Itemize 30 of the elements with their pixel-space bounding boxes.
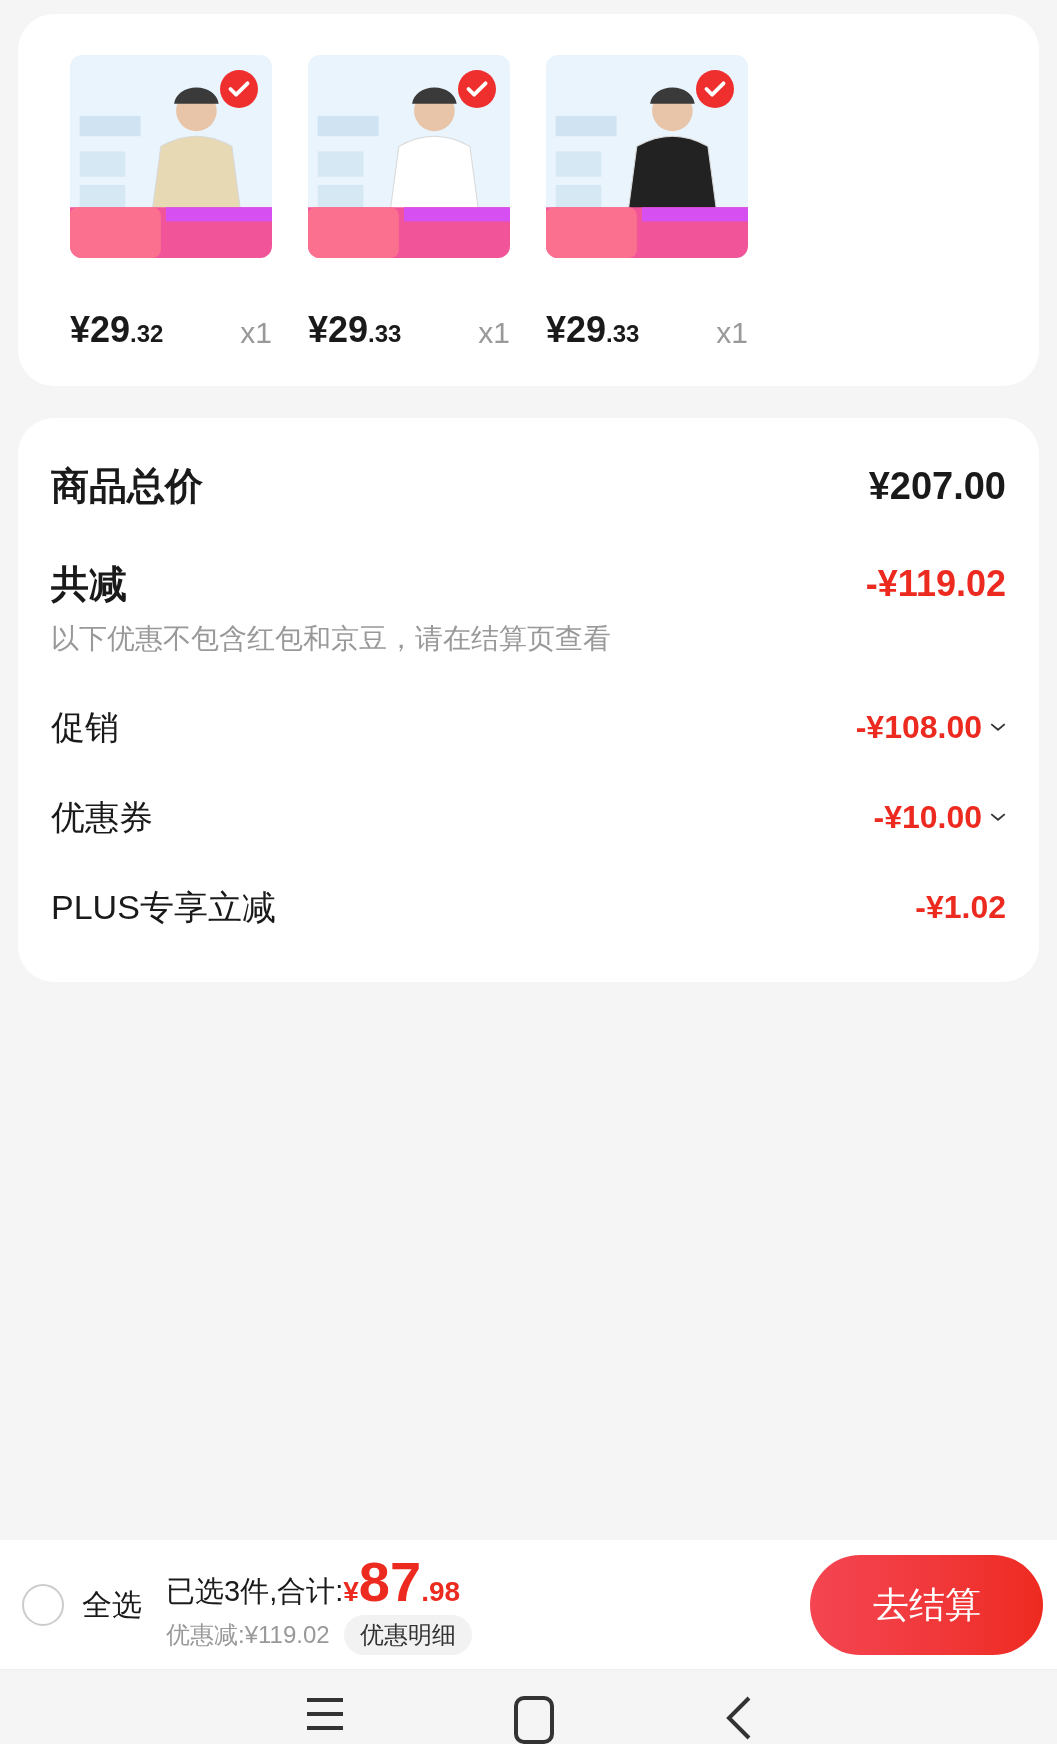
select-all-checkbox[interactable]: [22, 1583, 64, 1626]
product-price: ¥29.33: [546, 308, 640, 352]
chevron-down-icon: [990, 812, 1006, 822]
reduction-value: -¥119.02: [865, 562, 1006, 606]
discount-value[interactable]: -¥108.00: [855, 703, 982, 751]
product-quantity: x1: [478, 315, 510, 351]
discount-label: 促销: [51, 706, 119, 748]
discount-details-button[interactable]: 优惠明细: [343, 1615, 472, 1656]
reduction-note: 以下优惠不包含红包和京豆，请在结算页查看: [51, 622, 612, 656]
discount-label: 优惠券: [51, 796, 153, 838]
product-price: ¥29.33: [308, 308, 402, 352]
product-quantity: x1: [716, 315, 748, 351]
chevron-down-icon: [990, 722, 1006, 732]
discount-value[interactable]: -¥10.00: [873, 793, 982, 841]
check-icon: [458, 70, 496, 108]
check-icon: [696, 70, 734, 108]
discount-value: -¥1.02: [915, 888, 1006, 927]
home-icon[interactable]: [513, 1696, 554, 1744]
discount-label: PLUS专享立减: [51, 886, 276, 928]
product-price: ¥29.32: [70, 308, 164, 352]
discount-total: 优惠减:¥119.02: [166, 1620, 330, 1651]
total-label: 商品总价: [51, 463, 203, 509]
product-quantity: x1: [240, 315, 272, 351]
checkout-button[interactable]: 去结算: [810, 1554, 1043, 1655]
selected-count: 已选3件,合计:: [166, 1573, 344, 1609]
check-icon: [220, 70, 258, 108]
total-value: ¥207.00: [868, 463, 1006, 509]
select-all-label[interactable]: 全选: [82, 1582, 142, 1627]
reduction-label: 共减: [51, 561, 127, 607]
total-price: ¥87.98: [343, 1553, 461, 1613]
